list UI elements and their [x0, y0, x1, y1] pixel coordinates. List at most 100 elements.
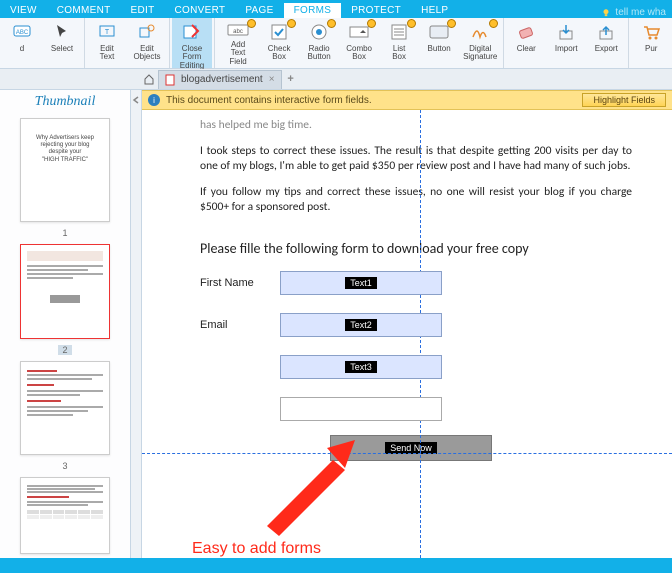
import-icon — [555, 21, 577, 43]
cart-icon — [640, 21, 662, 43]
radio-icon — [308, 21, 330, 43]
field-email[interactable]: Text2 — [280, 313, 442, 337]
close-form-icon — [181, 21, 203, 43]
list-icon — [388, 21, 410, 43]
thumb-num-2: 2 — [58, 345, 71, 355]
thumbnail-page-4[interactable] — [20, 477, 110, 554]
cart-label: Pur — [645, 45, 657, 53]
radio-button-label: Radio Button — [308, 45, 331, 62]
field-tag-1: Text1 — [345, 277, 377, 289]
digital-signature-label: Digital Signature — [463, 45, 497, 62]
bulb-icon — [601, 8, 611, 18]
thumbnail-header: Thumbnail — [0, 90, 130, 114]
signature-icon — [469, 21, 491, 43]
field-tag-3: Text3 — [345, 361, 377, 373]
ribbon: ABC d Select T Edit Text Edit Objects Cl… — [0, 18, 672, 69]
annotation-text: Easy to add forms — [192, 540, 321, 558]
send-label: Send Now — [385, 442, 437, 454]
highlight-fields-button[interactable]: Highlight Fields — [582, 93, 666, 107]
tab-protect[interactable]: PROTECT — [341, 3, 411, 18]
thumb-num-1: 1 — [62, 228, 67, 238]
cart-button[interactable]: Pur — [631, 18, 671, 68]
tab-forms[interactable]: FORMS — [284, 3, 342, 18]
home-tab[interactable] — [140, 70, 158, 88]
check-box-button[interactable]: Check Box — [259, 18, 299, 68]
select-button[interactable]: Select — [42, 18, 82, 68]
tab-view[interactable]: VIEW — [0, 3, 47, 18]
export-label: Export — [595, 45, 618, 53]
svg-text:ABC: ABC — [16, 30, 29, 36]
new-tab-button[interactable]: + — [282, 73, 300, 85]
combo-box-label: Combo Box — [346, 45, 372, 62]
select-label: Select — [51, 45, 73, 53]
document-tabs: blogadvertisement × + — [0, 69, 672, 90]
body-text-1: I took steps to correct these issues. Th… — [200, 144, 632, 175]
add-text-field-button[interactable]: abc Add Text Field — [217, 18, 259, 68]
tool-unknown[interactable]: ABC d — [2, 18, 42, 68]
clear-label: Clear — [517, 45, 536, 53]
workspace: Thumbnail Why Advertisers keep rejecting… — [0, 90, 672, 558]
label-email: Email — [200, 319, 280, 331]
button-icon — [428, 21, 450, 43]
edit-objects-label: Edit Objects — [132, 45, 162, 62]
tab-comment[interactable]: COMMENT — [47, 3, 121, 18]
tell-me-search[interactable]: tell me wha — [595, 7, 672, 18]
thumbnail-page-2[interactable] — [20, 244, 110, 338]
combo-box-button[interactable]: Combo Box — [339, 18, 379, 68]
abc-icon: ABC — [11, 21, 33, 43]
import-button[interactable]: Import — [546, 18, 586, 68]
form-title: Please fille the following form to downl… — [200, 240, 632, 257]
tell-me-label: tell me wha — [615, 7, 666, 18]
document-tab[interactable]: blogadvertisement × — [158, 70, 282, 89]
field-text3[interactable]: Text3 — [280, 355, 442, 379]
tab-help[interactable]: HELP — [411, 3, 458, 18]
cursor-icon — [51, 21, 73, 43]
thumbnail-page-1[interactable]: Why Advertisers keep rejecting your blog… — [20, 118, 110, 222]
digital-signature-button[interactable]: Digital Signature — [459, 18, 501, 68]
text-field-icon: abc — [227, 21, 249, 39]
export-button[interactable]: Export — [586, 18, 626, 68]
home-icon — [143, 73, 155, 85]
close-form-editing-button[interactable]: Close Form Editing — [172, 18, 212, 68]
radio-button-button[interactable]: Radio Button — [299, 18, 339, 68]
document-tab-label: blogadvertisement — [181, 74, 263, 85]
clear-button[interactable]: Clear — [506, 18, 546, 68]
guide-horizontal[interactable] — [142, 453, 672, 454]
label-first-name: First Name — [200, 277, 280, 289]
add-text-field-label: Add Text Field — [222, 41, 254, 66]
status-bar — [0, 558, 672, 573]
button-button[interactable]: Button — [419, 18, 459, 68]
info-bar-message: This document contains interactive form … — [166, 95, 372, 106]
field-first-name[interactable]: Text1 — [280, 271, 442, 295]
body-text-truncated: has helped me big time. — [200, 118, 632, 134]
collapse-handle[interactable] — [131, 90, 142, 558]
edit-text-label: Edit Text — [92, 45, 122, 62]
edit-text-button[interactable]: T Edit Text — [87, 18, 127, 68]
svg-text:abc: abc — [233, 29, 243, 35]
combo-icon — [348, 21, 370, 43]
edit-objects-button[interactable]: Edit Objects — [127, 18, 167, 68]
checkbox-icon — [268, 21, 290, 43]
eraser-icon — [515, 21, 537, 43]
pdf-file-icon — [165, 74, 175, 86]
field-tag-2: Text2 — [345, 319, 377, 331]
thumbnail-page-3[interactable] — [20, 361, 110, 455]
menu-tabs: VIEW COMMENT EDIT CONVERT PAGE FORMS PRO… — [0, 0, 672, 18]
close-tab-icon[interactable]: × — [269, 74, 275, 85]
edit-objects-icon — [136, 21, 158, 43]
info-icon: i — [148, 94, 160, 106]
tool-label: d — [20, 45, 24, 53]
check-box-label: Check Box — [268, 45, 291, 62]
tab-page[interactable]: PAGE — [235, 3, 283, 18]
tab-edit[interactable]: EDIT — [121, 3, 165, 18]
chevron-left-icon — [132, 96, 140, 104]
document-page: has helped me big time. I took steps to … — [142, 110, 672, 558]
tab-convert[interactable]: CONVERT — [165, 3, 236, 18]
export-icon — [595, 21, 617, 43]
field-plain[interactable] — [280, 397, 442, 421]
info-bar: i This document contains interactive for… — [142, 90, 672, 110]
thumb-num-3: 3 — [62, 461, 67, 471]
list-box-button[interactable]: List Box — [379, 18, 419, 68]
body-text-2: If you follow my tips and correct these … — [200, 185, 632, 216]
list-box-label: List Box — [392, 45, 406, 62]
